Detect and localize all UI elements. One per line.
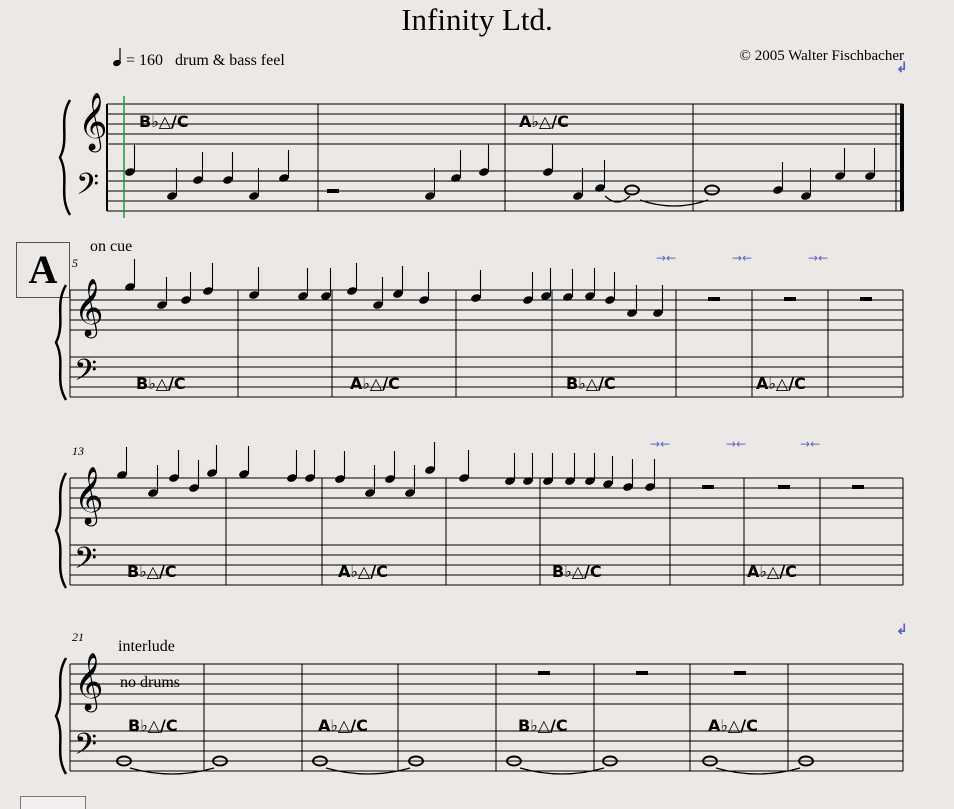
half-rest [636, 671, 648, 675]
system-brace [54, 657, 68, 775]
music-staves: B♭△/C A♭△/C B♭△/C A♭△/C B♭△/C A♭△/C B♭△/… [54, 92, 904, 775]
bass-clef-icon: 𝄢 [74, 728, 97, 769]
score-page: Infinity Ltd. = 160 drum & bass feel © 2… [0, 0, 954, 809]
half-rest [327, 189, 339, 193]
double-arrow-marker-icon: →← [656, 251, 676, 265]
chord-symbol: B♭△/C [128, 716, 178, 735]
system-brace [54, 472, 68, 589]
half-rest [784, 297, 796, 301]
chord-symbols: B♭△/C A♭△/C B♭△/C A♭△/C B♭△/C A♭△/C B♭△/… [127, 112, 806, 735]
bass-clef-icon: 𝄢 [74, 354, 97, 395]
whole-note [624, 184, 640, 196]
whole-note [704, 184, 720, 196]
half-rest [778, 485, 790, 489]
double-arrow-marker-icon: →← [808, 251, 828, 265]
system-brace [58, 99, 72, 216]
chord-symbol: B♭△/C [139, 112, 189, 131]
half-rest [702, 485, 714, 489]
treble-clef-icon: 𝄞 [74, 278, 104, 339]
chord-symbol: A♭△/C [318, 716, 368, 735]
half-rest [734, 671, 746, 675]
half-rest [860, 297, 872, 301]
half-rest [852, 485, 864, 489]
system-brace [54, 284, 68, 401]
bass-clef-icon: 𝄢 [76, 168, 99, 209]
double-arrow-marker-icon: →← [800, 437, 820, 451]
half-rest [708, 297, 720, 301]
half-rest [538, 671, 550, 675]
bass-clef-icon: 𝄢 [74, 542, 97, 583]
chord-symbol: A♭△/C [708, 716, 758, 735]
page-tab[interactable] [20, 796, 86, 809]
double-arrow-marker-icon: →← [650, 437, 670, 451]
chord-symbol: B♭△/C [518, 716, 568, 735]
treble-clef-icon: 𝄞 [74, 652, 104, 713]
double-arrow-marker-icon: →← [732, 251, 752, 265]
double-arrow-marker-icon: →← [726, 437, 746, 451]
chord-symbol: A♭△/C [519, 112, 569, 131]
treble-clef-icon: 𝄞 [74, 466, 104, 527]
treble-clef-icon: 𝄞 [78, 92, 108, 153]
